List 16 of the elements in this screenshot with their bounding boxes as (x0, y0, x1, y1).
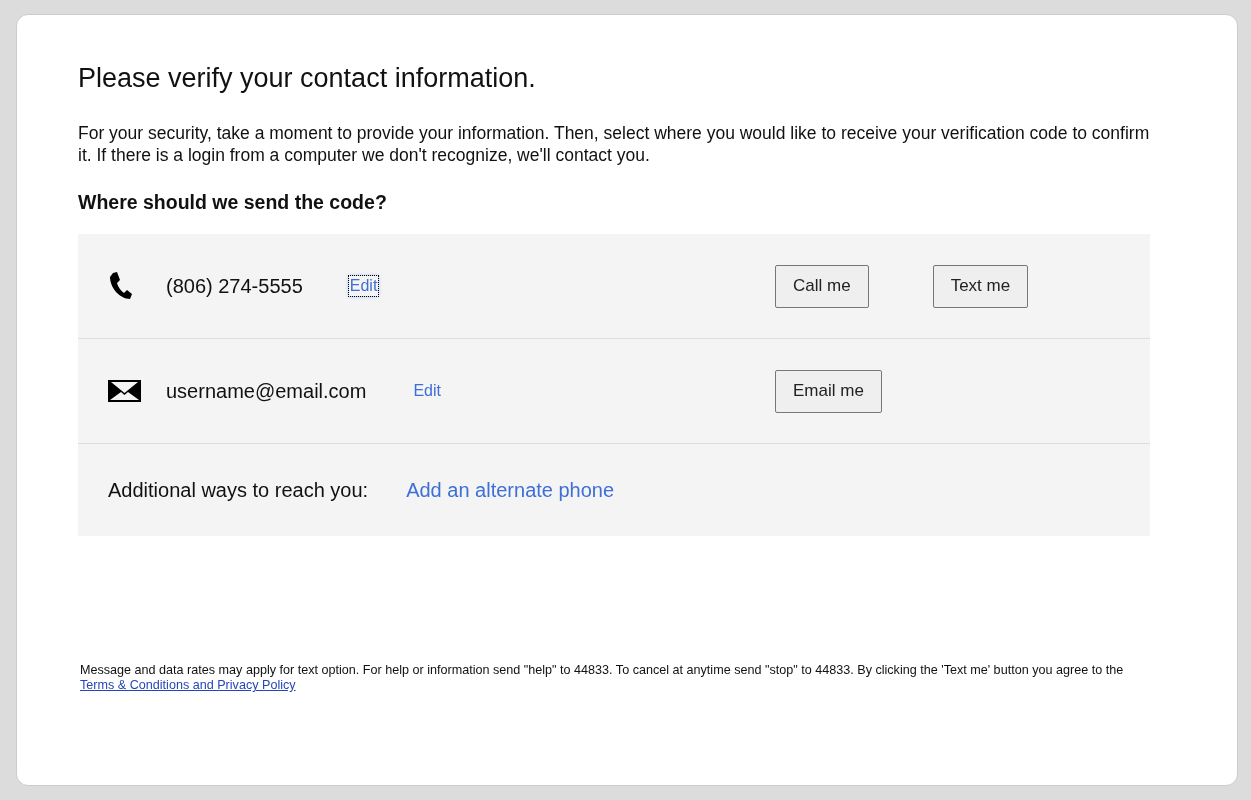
contact-value: username@email.com (166, 379, 367, 403)
send-button[interactable]: Email me (775, 369, 882, 413)
edit-link[interactable]: Edit (348, 276, 379, 296)
send-button[interactable]: Call me (775, 264, 869, 308)
phone-icon (108, 272, 132, 300)
disclaimer-text: Message and data rates may apply for text option. For help or information send "help" to 44833. To cancel at anytime send "stop" to 44833. By clicking the 'Text me' button you agree to the Terms & Conditions and Privacy Policy (80, 663, 1125, 693)
section-heading: Where should we send the code? (78, 191, 388, 214)
dialog-title: Please verify your contact information. (78, 63, 537, 94)
contact-value: (806) 274-5555 (166, 274, 303, 298)
additional-label: Additional ways to reach you: (108, 478, 369, 502)
edit-link[interactable]: Edit (412, 381, 442, 401)
send-button[interactable]: Text me (932, 264, 1029, 308)
intro-text: For your security, take a moment to provide your information. Then, select where you would like to receive your verification code to confirm it. If there is a login from a computer we don't recognize, we'll contact you. (78, 122, 1150, 166)
envelope-icon (108, 380, 141, 402)
add-phone-link[interactable]: Add an alternate phone (406, 478, 615, 502)
terms-link[interactable]: Terms & Conditions and Privacy Policy (80, 678, 296, 692)
